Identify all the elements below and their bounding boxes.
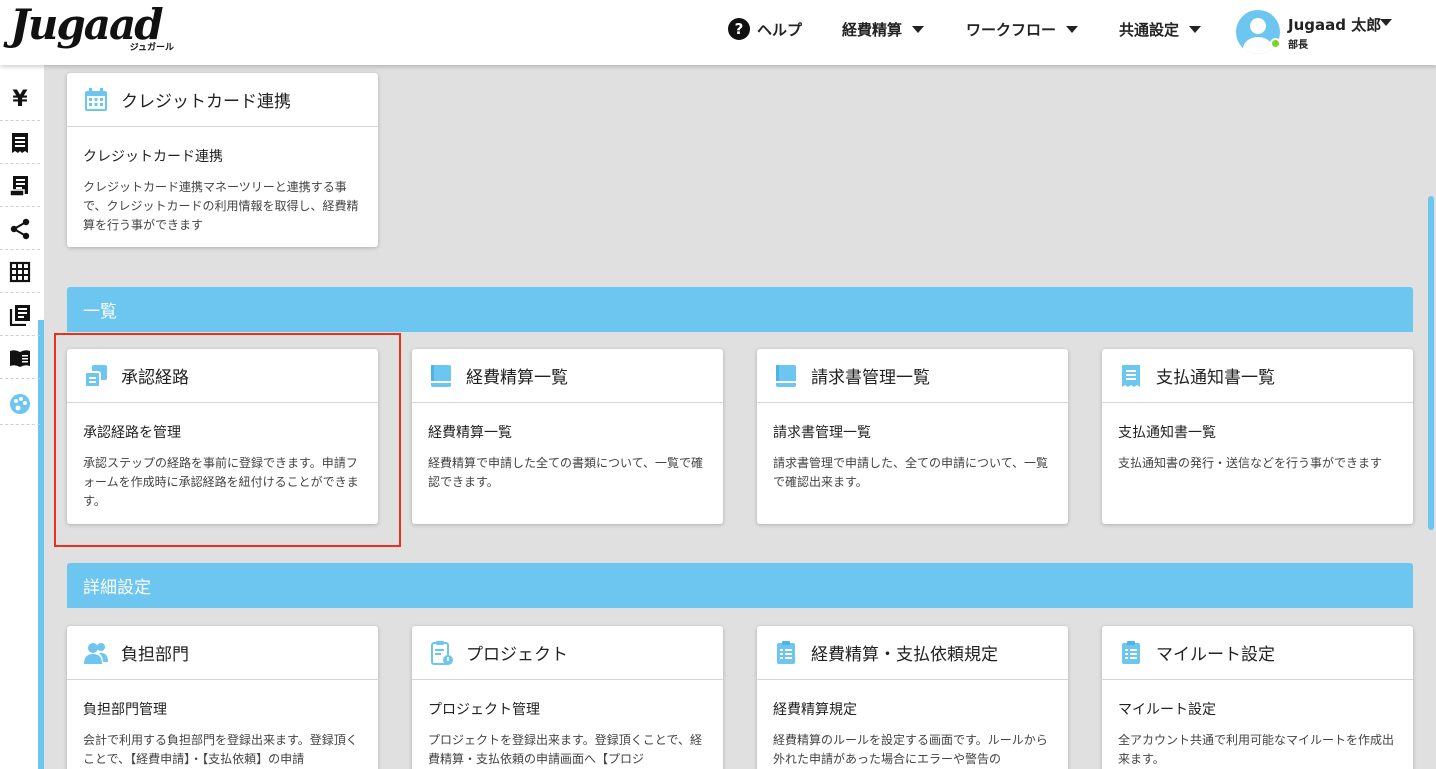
sidebar-item-receipt[interactable] <box>0 122 40 164</box>
grid-icon <box>9 261 31 282</box>
logo[interactable]: Jugaad ジュガール <box>10 2 180 56</box>
section-header-list: 一覧 <box>67 287 1413 332</box>
credit-card-integration-card[interactable]: クレジットカード連携 クレジットカード連携 クレジットカード連携マネーツリーと連… <box>67 73 378 247</box>
card-subtitle: マイルート設定 <box>1118 702 1216 718</box>
card-description: 会計で利用する負担部門を登録出来ます。登録頂くことで、【経費申請】・【支払依頼】… <box>83 733 358 766</box>
user-role: 部長 <box>1288 40 1308 51</box>
workflow-menu[interactable]: ワークフロー <box>966 0 1079 58</box>
card-description: 支払通知書の発行・送信などを行う事ができます <box>1118 456 1383 470</box>
online-status-icon <box>1270 38 1281 49</box>
receipt-icon <box>12 132 28 153</box>
card-description: 経費精算のルールを設定する画面です。ルールから外れた申請があった場合にエラーや警… <box>773 733 1048 766</box>
card-subtitle: 支払通知書一覧 <box>1118 425 1216 441</box>
help-menu[interactable]: ? ヘルプ <box>728 0 802 58</box>
user-menu-chevron-icon[interactable] <box>1380 19 1392 26</box>
sidebar-item-expense[interactable]: ¥ <box>0 79 40 121</box>
common-settings-menu[interactable]: 共通設定 <box>1119 0 1202 58</box>
card-subtitle: 経費精算規定 <box>773 702 857 718</box>
card-title: 負担部門 <box>121 645 189 665</box>
logo-subtext: ジュガール <box>129 43 174 53</box>
users-icon <box>83 640 109 666</box>
card-title: プロジェクト <box>466 645 568 665</box>
expense-list-card[interactable]: 経費精算一覧 経費精算一覧 経費精算で申請した全ての書類について、一覧で確認でき… <box>412 349 723 524</box>
section-title: 一覧 <box>83 302 117 322</box>
card-subtitle: 請求書管理一覧 <box>773 425 871 441</box>
library-icon <box>9 304 30 326</box>
expense-menu[interactable]: 経費精算 <box>842 0 925 58</box>
sidebar-item-book[interactable] <box>0 337 40 379</box>
sidebar-item-palette[interactable] <box>0 383 40 425</box>
sidebar-item-grid[interactable] <box>0 251 40 293</box>
card-title: クレジットカード連携 <box>121 92 291 112</box>
copy-icon <box>83 363 109 389</box>
payment-notice-list-card[interactable]: 支払通知書一覧 支払通知書一覧 支払通知書の発行・送信などを行う事ができます <box>1102 349 1413 524</box>
checklist-icon <box>773 640 799 666</box>
chevron-down-icon <box>1189 25 1202 33</box>
section-title: 詳細設定 <box>83 578 151 598</box>
card-description: 請求書管理で申請した、全ての申請について、一覧で確認出来ます。 <box>773 456 1049 489</box>
sidebar-item-library[interactable] <box>0 294 40 336</box>
card-title: 経費精算一覧 <box>466 368 568 388</box>
book-icon <box>428 363 454 389</box>
user-name[interactable]: Jugaad 太郎 <box>1288 14 1381 35</box>
invoice-list-card[interactable]: 請求書管理一覧 請求書管理一覧 請求書管理で申請した、全ての申請について、一覧で… <box>757 349 1068 524</box>
my-route-card[interactable]: マイルート設定 マイルート設定 全アカウント共通で利用可能なマイルートを作成出来… <box>1102 626 1413 769</box>
card-title: 承認経路 <box>121 368 189 388</box>
chevron-down-icon <box>912 25 925 33</box>
project-card[interactable]: プロジェクト プロジェクト管理 プロジェクトを登録出来ます。登録頂くことで、経費… <box>412 626 723 769</box>
sidebar-item-invoice[interactable] <box>0 165 40 207</box>
card-title: マイルート設定 <box>1156 645 1275 665</box>
card-subtitle: 経費精算一覧 <box>428 425 512 441</box>
scrollbar-thumb[interactable] <box>1428 196 1434 530</box>
workflow-menu-label: ワークフロー <box>966 20 1057 39</box>
book-icon <box>10 349 30 367</box>
palette-icon <box>10 393 30 414</box>
yen-icon: ¥ <box>12 87 28 112</box>
clipboard-icon <box>428 640 454 666</box>
expense-rules-card[interactable]: 経費精算・支払依頼規定 経費精算規定 経費精算のルールを設定する画面です。ルール… <box>757 626 1068 769</box>
chevron-down-icon <box>1066 25 1079 33</box>
card-subtitle: 負担部門管理 <box>83 702 167 718</box>
share-icon <box>10 218 30 239</box>
sidebar-item-share[interactable] <box>0 208 40 250</box>
card-description: プロジェクトを登録出来ます。登録頂くことで、経費精算・支払依頼の申請画面へ【プロ… <box>428 733 702 766</box>
card-description: 全アカウント共通で利用可能なマイルートを作成出来ます。 <box>1118 733 1395 766</box>
approval-route-card[interactable]: 承認経路 承認経路を管理 承認ステップの経路を事前に登録できます。申請フォームを… <box>67 349 378 524</box>
receipt-icon <box>1118 363 1144 389</box>
card-subtitle: 承認経路を管理 <box>83 425 181 441</box>
calendar-icon <box>83 87 109 113</box>
expense-menu-label: 経費精算 <box>842 20 903 39</box>
section-header-detail: 詳細設定 <box>67 563 1413 608</box>
card-title: 支払通知書一覧 <box>1156 368 1275 388</box>
card-description: 承認ステップの経路を事前に登録できます。申請フォームを作成時に承認経路を紐付ける… <box>83 456 359 508</box>
card-subtitle: プロジェクト管理 <box>428 702 540 718</box>
help-label: ヘルプ <box>757 20 803 39</box>
card-description: クレジットカード連携マネーツリーと連携する事で、クレジットカードの利用情報を取得… <box>83 180 359 232</box>
sidebar: ¥ <box>0 65 44 769</box>
help-icon: ? <box>728 18 750 40</box>
card-title: 経費精算・支払依頼規定 <box>811 645 998 665</box>
book-icon <box>773 363 799 389</box>
card-subtitle: クレジットカード連携 <box>83 149 223 165</box>
checklist-icon <box>1118 640 1144 666</box>
top-header: Jugaad ジュガール ? ヘルプ 経費精算 ワークフロー 共通設定 Juga… <box>0 0 1436 65</box>
card-description: 経費精算で申請した全ての書類について、一覧で確認できます。 <box>428 456 704 489</box>
invoice-icon <box>9 175 28 197</box>
card-title: 請求書管理一覧 <box>811 368 930 388</box>
common-settings-label: 共通設定 <box>1119 20 1180 39</box>
cost-department-card[interactable]: 負担部門 負担部門管理 会計で利用する負担部門を登録出来ます。登録頂くことで、【… <box>67 626 378 769</box>
